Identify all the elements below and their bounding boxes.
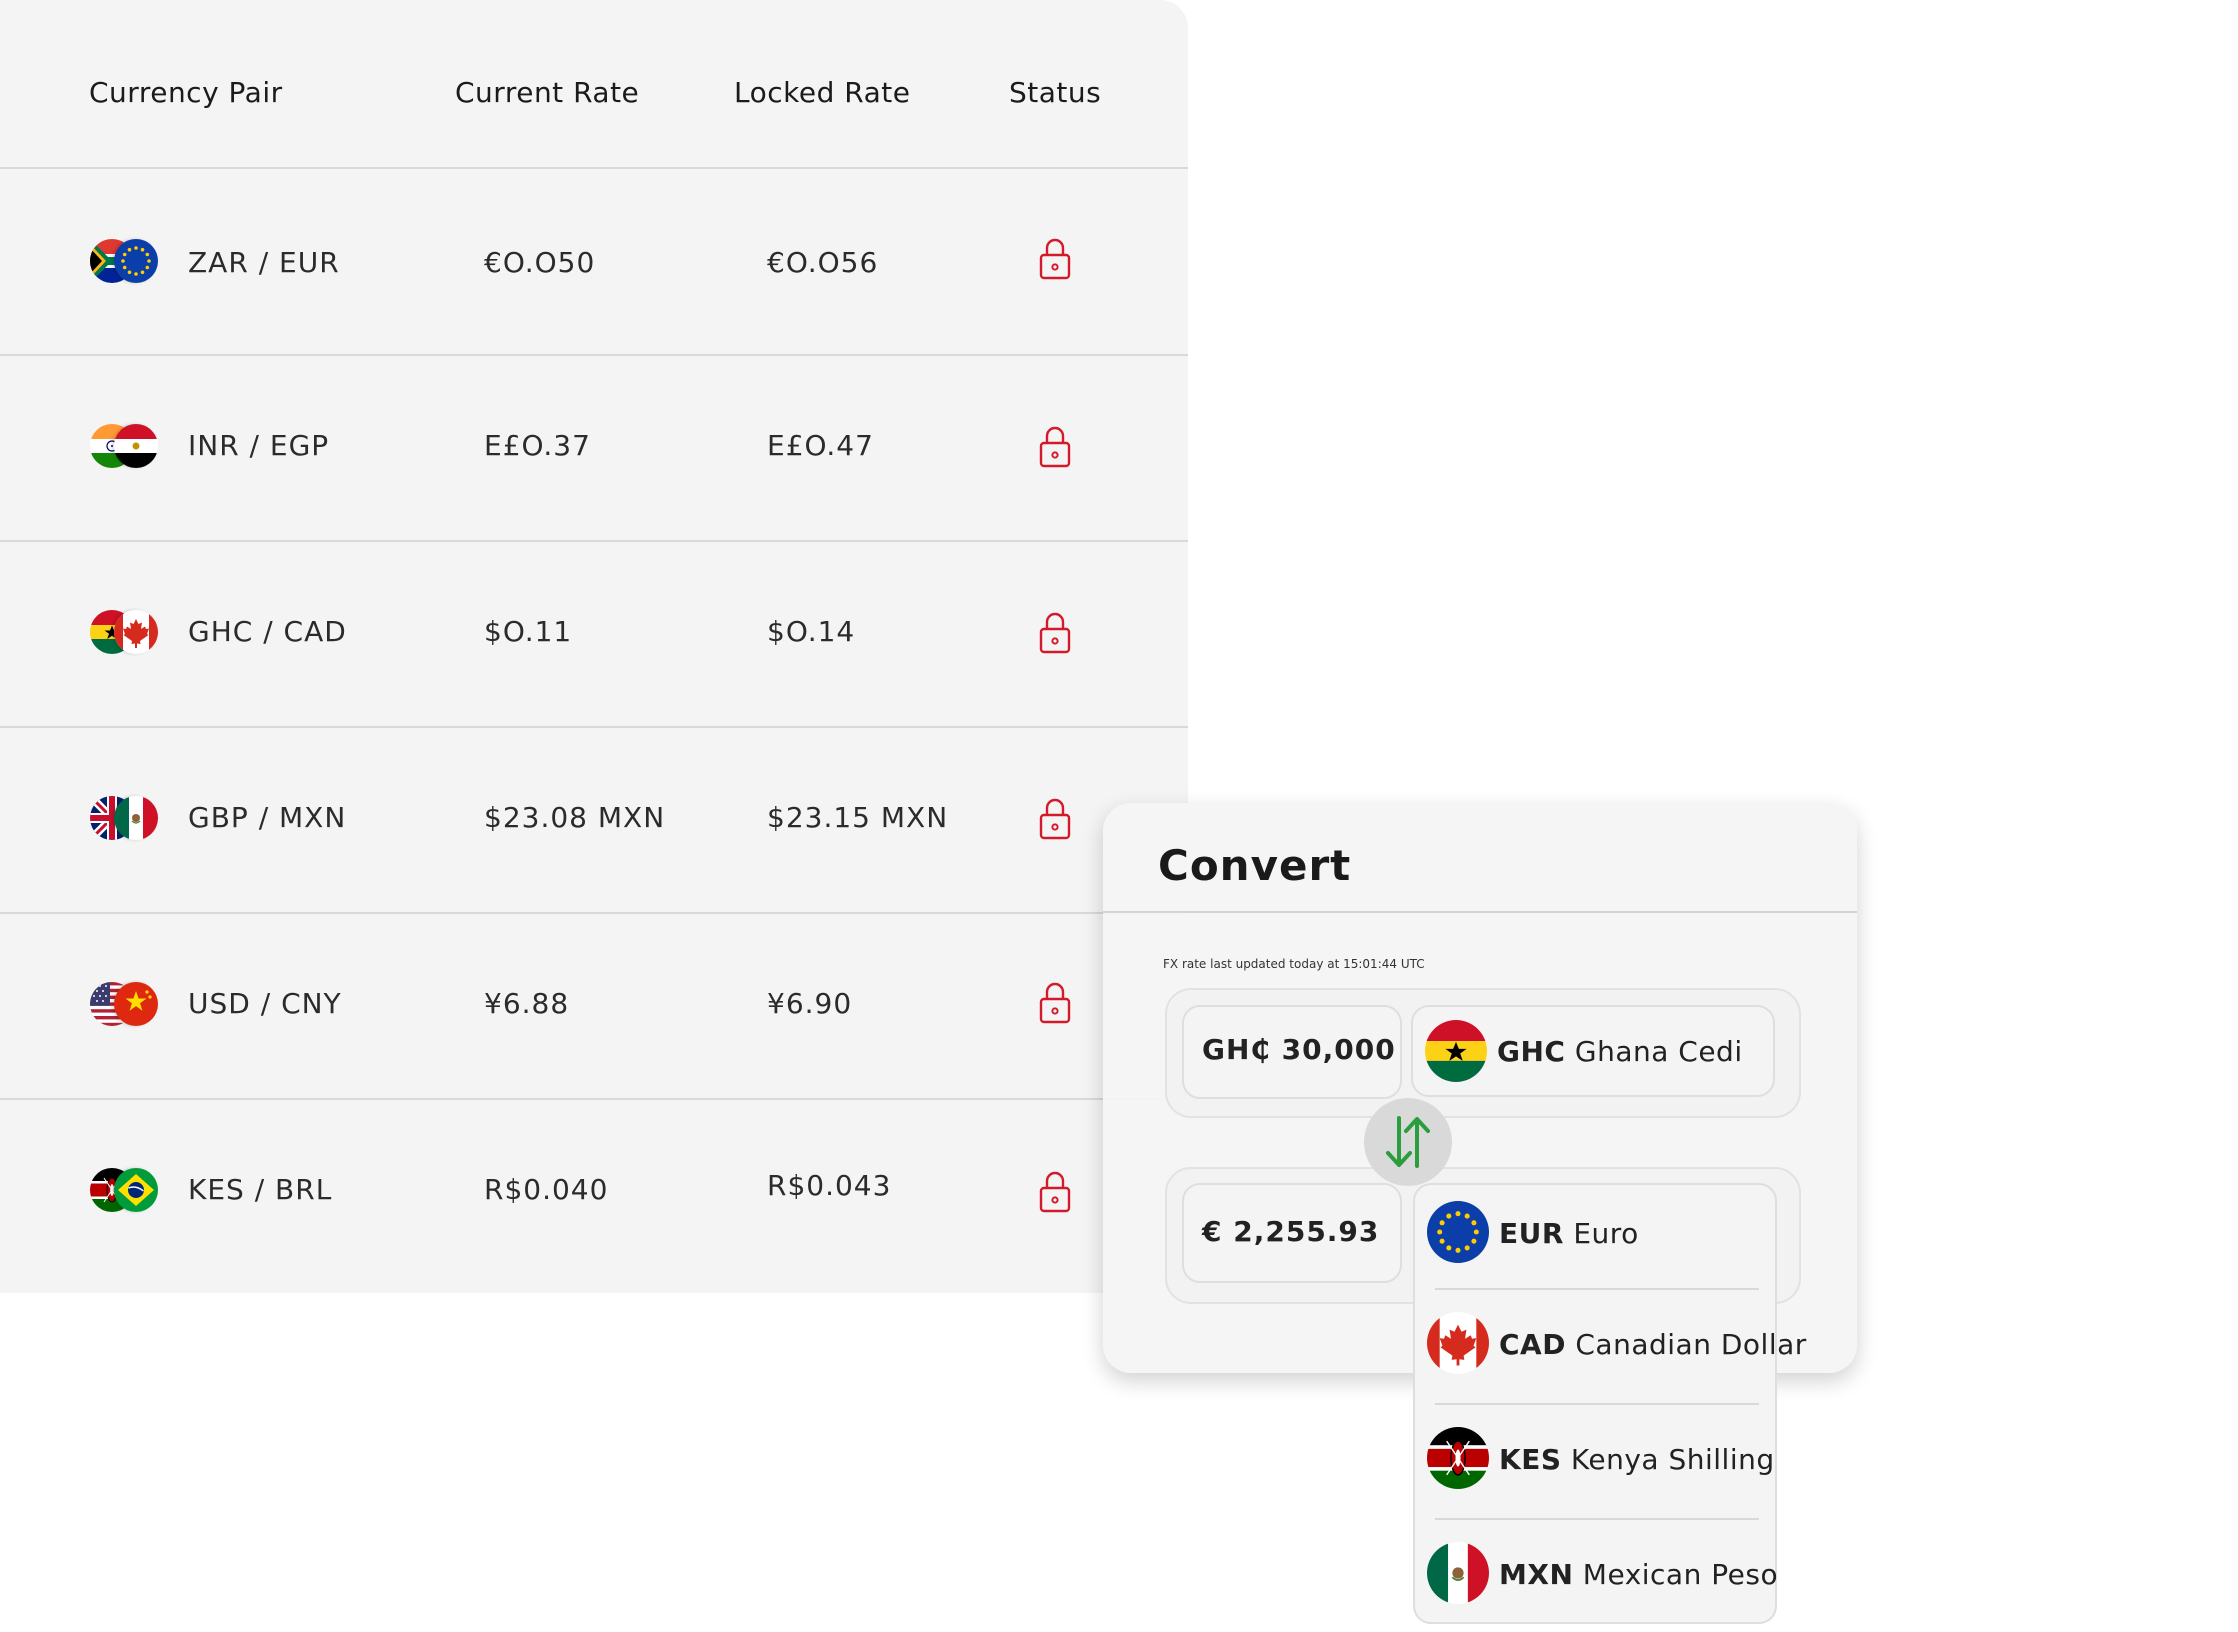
- current-rate-value: E£O.37: [484, 429, 591, 462]
- option-code: MXN: [1499, 1558, 1574, 1591]
- dropdown-option-cad[interactable]: CAD Canadian Dollar: [1415, 1292, 1806, 1402]
- lock-icon[interactable]: [1038, 1169, 1072, 1213]
- swap-currencies-button[interactable]: [1364, 1098, 1452, 1186]
- lock-icon[interactable]: [1038, 424, 1072, 468]
- dropdown-separator: [1435, 1518, 1759, 1520]
- locked-rate-value: R$0.043: [767, 1169, 892, 1202]
- eg-flag-icon: [114, 424, 158, 468]
- pair-flags: [90, 610, 160, 656]
- option-code: KES: [1499, 1443, 1562, 1476]
- pair-flags: [90, 239, 160, 285]
- dropdown-option-kes[interactable]: KES Kenya Shilling: [1415, 1407, 1775, 1517]
- locked-rate-value: ¥6.90: [767, 987, 853, 1020]
- to-currency-dropdown[interactable]: EUR Euro CAD Canadian Dollar KES Kenya S…: [1413, 1183, 1806, 1624]
- current-rate-value: €O.O50: [484, 246, 596, 279]
- header-currency-pair[interactable]: Currency Pair: [89, 76, 283, 109]
- table-row[interactable]: USD / CNY ¥6.88 ¥6.90: [0, 912, 1188, 1100]
- to-currency-selected[interactable]: EUR Euro: [1415, 1185, 1775, 1295]
- currency-pair-label: ZAR / EUR: [188, 246, 340, 279]
- dropdown-option-label: CAD Canadian Dollar: [1499, 1328, 1807, 1361]
- lock-icon[interactable]: [1038, 236, 1072, 280]
- current-rate-value: ¥6.88: [484, 987, 570, 1020]
- currency-pair-label: KES / BRL: [188, 1173, 333, 1206]
- locked-rate-value: €O.O56: [767, 246, 879, 279]
- locked-rate-value: E£O.47: [767, 429, 874, 462]
- currency-pair-label: USD / CNY: [188, 987, 342, 1020]
- current-rate-value: $23.08 MXN: [484, 801, 666, 834]
- currency-pair-label: INR / EGP: [188, 429, 330, 462]
- pair-flags: [90, 424, 160, 470]
- to-currency-label: EUR Euro: [1499, 1217, 1639, 1250]
- from-amount-input[interactable]: GH₵ 30,000: [1182, 1005, 1402, 1099]
- to-amount-input[interactable]: € 2,255.93: [1182, 1183, 1402, 1283]
- from-currency-group: GH₵ 30,000 GHC Ghana Cedi: [1165, 988, 1801, 1118]
- from-currency-label: GHC Ghana Cedi: [1497, 1035, 1743, 1068]
- cn-flag-icon: [114, 982, 158, 1026]
- locked-rate-value: $O.14: [767, 615, 856, 648]
- current-rate-value: R$0.040: [484, 1173, 609, 1206]
- table-row[interactable]: KES / BRL R$0.040 R$0.043: [0, 1098, 1188, 1284]
- table-row[interactable]: GBP / MXN $23.08 MXN $23.15 MXN: [0, 726, 1188, 914]
- option-name: Mexican Peso: [1582, 1558, 1779, 1591]
- ca-flag-icon: [1427, 1312, 1489, 1374]
- pair-flags: [90, 796, 160, 842]
- gh-flag-icon: [1425, 1020, 1487, 1082]
- option-name: Kenya Shilling: [1570, 1443, 1775, 1476]
- mx-flag-icon: [1427, 1542, 1489, 1604]
- rates-table-card: Currency Pair Current Rate Locked Rate S…: [0, 0, 1188, 1293]
- lock-icon[interactable]: [1038, 980, 1072, 1024]
- dropdown-option-label: MXN Mexican Peso: [1499, 1558, 1778, 1591]
- br-flag-icon: [114, 1168, 158, 1212]
- currency-pair-label: GBP / MXN: [188, 801, 347, 834]
- from-currency-code: GHC: [1497, 1035, 1566, 1068]
- current-rate-value: $O.11: [484, 615, 573, 648]
- header-current-rate[interactable]: Current Rate: [455, 76, 639, 109]
- to-currency-code: EUR: [1499, 1217, 1564, 1250]
- eu-flag-icon: [1427, 1201, 1489, 1263]
- ke-flag-icon: [1427, 1427, 1489, 1489]
- from-currency-select[interactable]: GHC Ghana Cedi: [1411, 1005, 1775, 1097]
- table-row[interactable]: GHC / CAD $O.11 $O.14: [0, 540, 1188, 728]
- to-currency-name: Euro: [1573, 1217, 1639, 1250]
- pair-flags: [90, 982, 160, 1028]
- to-amount-value: € 2,255.93: [1202, 1215, 1380, 1248]
- pair-flags: [90, 1168, 160, 1214]
- divider: [1103, 911, 1857, 913]
- mx-flag-icon: [114, 796, 158, 840]
- from-amount-value: GH₵ 30,000: [1202, 1033, 1396, 1066]
- swap-arrows-icon: [1386, 1116, 1430, 1168]
- dropdown-option-mxn[interactable]: MXN Mexican Peso: [1415, 1522, 1778, 1632]
- currency-pair-label: GHC / CAD: [188, 615, 347, 648]
- from-currency-name: Ghana Cedi: [1574, 1035, 1743, 1068]
- table-row[interactable]: INR / EGP E£O.37 E£O.47: [0, 354, 1188, 542]
- table-row[interactable]: ZAR / EUR €O.O50 €O.O56: [0, 168, 1188, 356]
- lock-icon[interactable]: [1038, 610, 1072, 654]
- eu-flag-icon: [114, 239, 158, 283]
- convert-title: Convert: [1158, 841, 1352, 890]
- table-header: Currency Pair Current Rate Locked Rate S…: [0, 0, 1188, 169]
- dropdown-separator: [1435, 1288, 1759, 1290]
- option-code: CAD: [1499, 1328, 1566, 1361]
- fx-rate-note: FX rate last updated today at 15:01:44 U…: [1163, 957, 1425, 971]
- header-locked-rate[interactable]: Locked Rate: [734, 76, 910, 109]
- lock-icon[interactable]: [1038, 796, 1072, 840]
- option-name: Canadian Dollar: [1575, 1328, 1807, 1361]
- dropdown-option-label: KES Kenya Shilling: [1499, 1443, 1775, 1476]
- dropdown-separator: [1435, 1403, 1759, 1405]
- header-status[interactable]: Status: [1009, 76, 1101, 109]
- locked-rate-value: $23.15 MXN: [767, 801, 949, 834]
- ca-flag-icon: [114, 610, 158, 654]
